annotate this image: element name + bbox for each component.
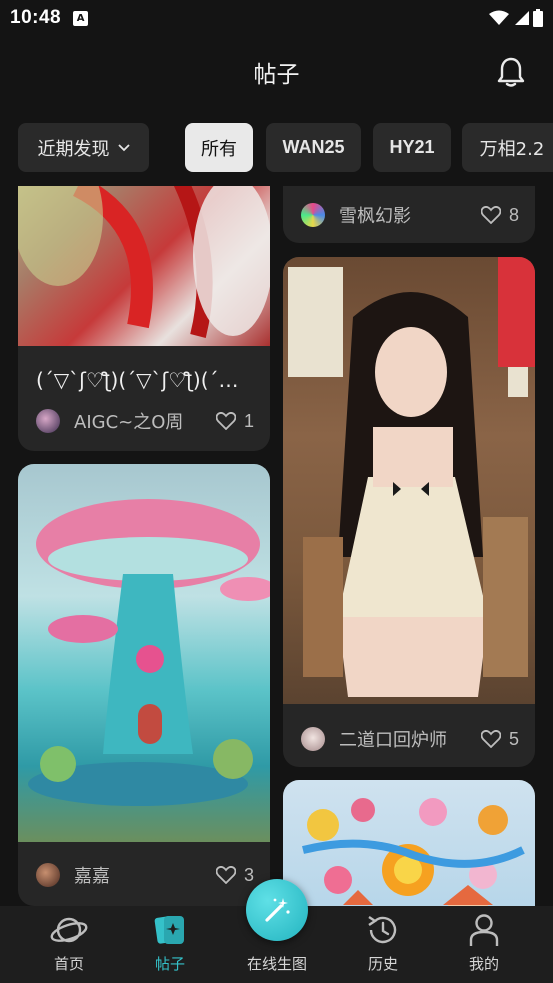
- history-icon: [368, 916, 397, 944]
- like-count: 1: [243, 410, 254, 431]
- status-time: 10:48: [10, 7, 62, 28]
- chevron-down-icon: [117, 143, 130, 151]
- like-button[interactable]: 5: [480, 728, 519, 750]
- nav-label: 在线生图: [246, 955, 307, 973]
- posts-icon: [154, 916, 184, 944]
- nav-history[interactable]: 历史: [333, 906, 433, 983]
- battery-icon: [533, 9, 543, 27]
- page-title: 帖子: [253, 62, 300, 88]
- planet-icon: [50, 917, 88, 943]
- like-count: 3: [243, 864, 254, 885]
- post-image-art: [288, 257, 535, 697]
- post-caption: (´▽`ʃ♡ƪ)(´▽`ʃ♡ƪ)(´▽`ʃ♡ƪ): [36, 368, 252, 392]
- filter-chip-all[interactable]: 所有: [185, 123, 253, 172]
- nav-label: 帖子: [154, 955, 185, 973]
- post-meta: 嘉嘉 3: [36, 862, 254, 888]
- wifi-icon: [489, 10, 509, 25]
- avatar: [301, 203, 325, 227]
- heart-icon: [480, 206, 501, 224]
- post-image: [283, 257, 535, 704]
- post-image: [18, 186, 270, 346]
- avatar: [36, 409, 60, 433]
- magic-wand-icon: [265, 898, 290, 922]
- signal-icon: [515, 11, 529, 25]
- heart-icon: [215, 412, 236, 430]
- post-meta: 雪枫幻影 8: [301, 202, 519, 228]
- nav-profile[interactable]: 我的: [434, 906, 534, 983]
- post-image-art: [18, 186, 270, 338]
- like-button[interactable]: 1: [215, 410, 254, 432]
- like-count: 8: [508, 204, 519, 225]
- like-button[interactable]: 3: [215, 864, 254, 886]
- avatar: [301, 727, 325, 751]
- nav-label: 我的: [468, 955, 499, 973]
- sort-dropdown-label: 近期发现: [37, 138, 110, 160]
- post-image-art: [302, 798, 525, 906]
- nav-label: 历史: [367, 955, 398, 973]
- heart-icon: [480, 730, 501, 748]
- avatar: [36, 863, 60, 887]
- nav-label: 首页: [53, 955, 84, 973]
- bell-icon[interactable]: [497, 56, 525, 88]
- post-card[interactable]: (´▽`ʃ♡ƪ)(´▽`ʃ♡ƪ)(´▽`ʃ♡ƪ) AIGC~之O周 1: [18, 186, 270, 451]
- post-card[interactable]: [283, 780, 535, 906]
- post-image-art: [28, 499, 270, 806]
- post-image: [18, 464, 270, 842]
- nav-home[interactable]: 首页: [19, 906, 119, 983]
- post-author: 二道口回炉师: [339, 730, 447, 751]
- post-meta: 二道口回炉师 5: [301, 726, 519, 752]
- post-author: 嘉嘉: [74, 866, 110, 887]
- post-meta: AIGC~之O周 1: [36, 408, 254, 434]
- sort-dropdown[interactable]: 近期发现: [18, 123, 149, 172]
- post-card[interactable]: 二道口回炉师 5: [283, 257, 535, 767]
- status-bar: 10:48 A: [0, 0, 553, 36]
- post-feed[interactable]: (´▽`ʃ♡ƪ)(´▽`ʃ♡ƪ)(´▽`ʃ♡ƪ) AIGC~之O周 1: [0, 186, 553, 906]
- post-image: [283, 780, 535, 906]
- filter-chip-wan25[interactable]: WAN25: [266, 123, 361, 172]
- post-card[interactable]: 雪枫幻影 8: [283, 186, 535, 243]
- status-indicators: [489, 9, 543, 27]
- heart-icon: [215, 866, 236, 884]
- generate-fab[interactable]: [246, 879, 308, 941]
- like-count: 5: [508, 728, 519, 749]
- nav-posts[interactable]: 帖子: [120, 906, 220, 983]
- like-button[interactable]: 8: [480, 204, 519, 226]
- filter-chip-wanxiang[interactable]: 万相2.2: [462, 123, 553, 172]
- filter-chip-hy21[interactable]: HY21: [373, 123, 451, 172]
- user-icon: [469, 914, 499, 946]
- post-author: AIGC~之O周: [74, 412, 184, 433]
- post-author: 雪枫幻影: [339, 206, 411, 227]
- app-header: 帖子: [0, 36, 553, 108]
- app-notification-icon: A: [73, 10, 89, 26]
- filter-bar: 近期发现 所有 WAN25 HY21 万相2.2: [0, 122, 553, 174]
- post-card[interactable]: 嘉嘉 3: [18, 464, 270, 906]
